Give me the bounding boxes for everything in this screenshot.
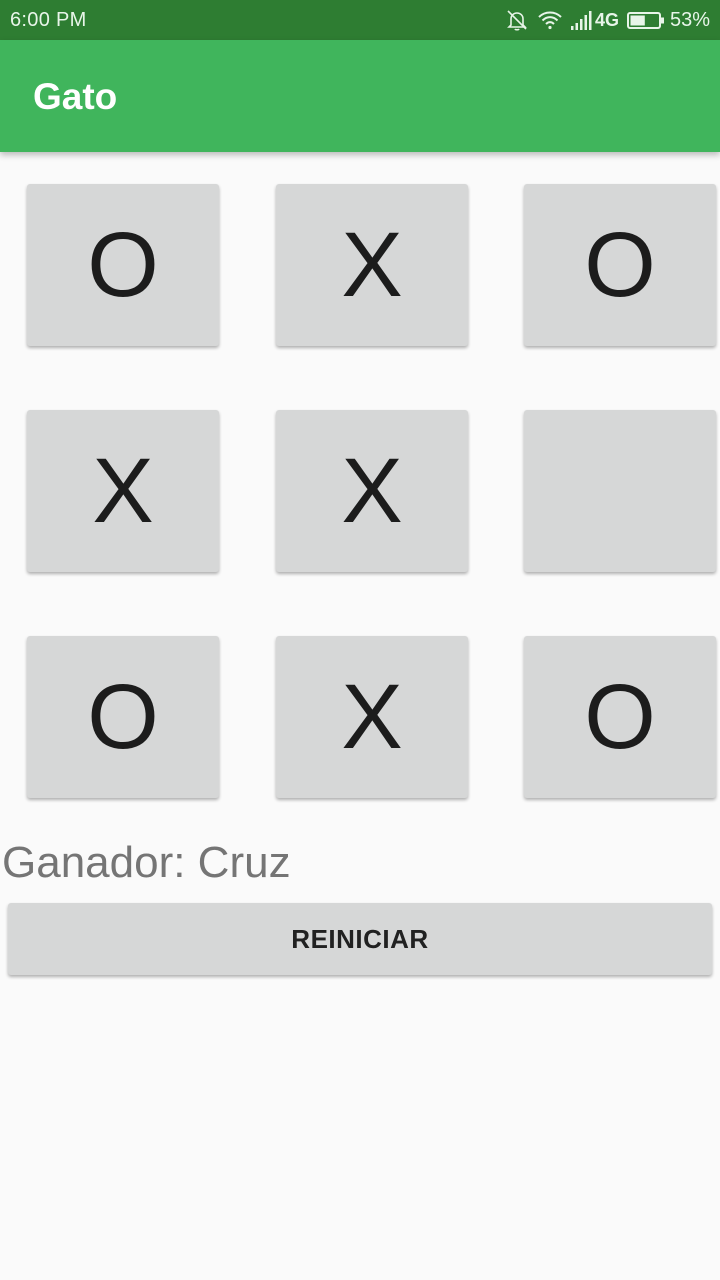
battery-percent: 53% — [669, 9, 710, 31]
board-cell-2-3[interactable] — [524, 410, 716, 572]
bell-off-icon — [505, 8, 529, 32]
battery-icon — [626, 8, 665, 32]
app-title: Gato — [33, 76, 118, 117]
board-cell-3-2[interactable]: X — [276, 636, 468, 798]
board-cell-1-2[interactable]: X — [276, 184, 468, 346]
app-bar: Gato — [0, 40, 720, 152]
network-type: 4G — [594, 10, 619, 30]
signal-icon — [570, 8, 593, 32]
status-bar: 6:00 PM 4G 53% — [0, 0, 720, 40]
board-cell-3-3[interactable]: O — [524, 636, 716, 798]
status-icons: 4G 53% — [505, 8, 710, 32]
board-cell-3-1[interactable]: O — [27, 636, 219, 798]
board-cell-2-1[interactable]: X — [27, 410, 219, 572]
wifi-icon — [537, 8, 563, 32]
board-cell-2-2[interactable]: X — [276, 410, 468, 572]
board-cell-1-3[interactable]: O — [524, 184, 716, 346]
status-time: 6:00 PM — [10, 9, 87, 31]
board-cell-1-1[interactable]: O — [27, 184, 219, 346]
reset-button[interactable]: REINICIAR — [8, 903, 712, 975]
winner-label: Ganador: Cruz — [2, 838, 291, 887]
